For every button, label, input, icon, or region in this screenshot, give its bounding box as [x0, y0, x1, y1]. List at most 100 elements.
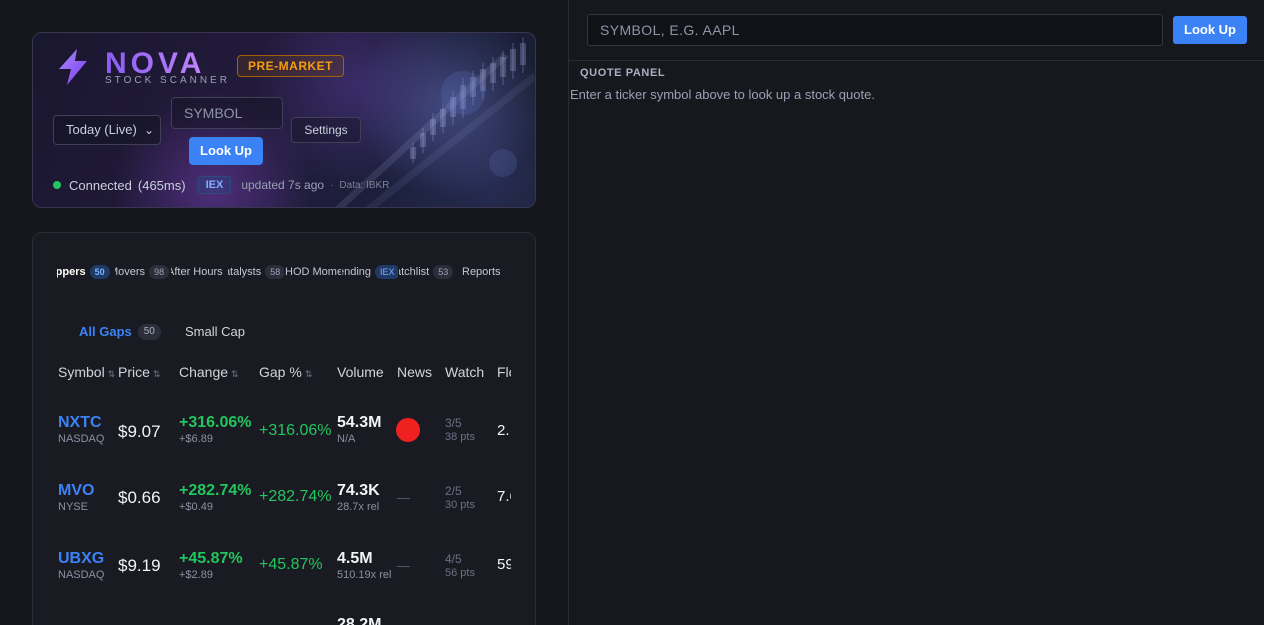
- price-cell: $9.19: [118, 556, 161, 575]
- filter-count: 50: [137, 324, 161, 340]
- divider: [569, 60, 1264, 61]
- tab-after-hours[interactable]: After Hours: [171, 259, 227, 285]
- latency-label: (465ms): [137, 177, 186, 193]
- lightning-logo-icon: [59, 49, 87, 85]
- col-header-change[interactable]: Change ⇅: [179, 348, 257, 396]
- settings-button[interactable]: Settings: [291, 117, 361, 143]
- exchange-label: NASDAQ: [58, 569, 105, 581]
- float-cell: 7.6: [497, 488, 511, 505]
- col-header-float[interactable]: Float: [497, 348, 511, 396]
- col-header-price[interactable]: Price ⇅: [118, 348, 176, 396]
- price-cell: $9.07: [118, 422, 161, 441]
- news-cell[interactable]: [396, 418, 422, 444]
- tab-label: Trending: [342, 266, 372, 278]
- watch-cell: 4/5 56 pts: [445, 552, 495, 582]
- symbol-cell[interactable]: UBXG NASDAQ: [58, 550, 114, 584]
- price-cell: $0.66: [118, 488, 161, 507]
- tab-count: 53: [433, 265, 454, 279]
- change-cell: +45.87% +$2.89: [179, 550, 259, 584]
- gap-cell: +45.87%: [259, 556, 323, 573]
- filter-small-cap[interactable]: Small Cap: [185, 319, 245, 345]
- tab-catalysts[interactable]: Catalysts 58: [228, 259, 284, 285]
- watch-cell: 2/5 30 pts: [445, 484, 495, 514]
- separator: ·: [330, 179, 334, 191]
- volume-sub: 510.19x rel: [337, 569, 392, 581]
- tab-label: After Hours: [171, 266, 223, 278]
- news-alert-icon[interactable]: [396, 418, 420, 442]
- volume-cell: 4.5M 510.19x rel: [337, 550, 395, 584]
- quote-lookup-button[interactable]: Look Up: [1173, 16, 1247, 44]
- quote-panel-heading: QUOTE PANEL: [580, 67, 666, 79]
- symbol-cell[interactable]: NXTC NASDAQ: [58, 414, 114, 448]
- volume-sub: 28.7x rel: [337, 501, 380, 513]
- scanner-tabs: Gappers 50 Movers 98 After Hours Catalys…: [57, 259, 513, 285]
- volume-cell: 74.3K 28.7x rel: [337, 482, 395, 516]
- quote-symbol-input[interactable]: [587, 14, 1163, 46]
- news-cell: —: [397, 558, 410, 573]
- brand-subtitle: STOCK SCANNER: [105, 75, 230, 86]
- volume-value: 74.3K: [337, 482, 380, 499]
- left-column: NOVA STOCK SCANNER PRE-MARKET Today (Liv…: [0, 0, 568, 625]
- connection-status: Connected (465ms) IEX updated 7s ago · D…: [53, 175, 389, 195]
- tab-label: Catalysts: [228, 266, 262, 278]
- tab-hod-momentum[interactable]: HOD Momentum: [285, 259, 341, 285]
- volume-cell: 28.2M: [337, 616, 395, 625]
- symbol-link[interactable]: NXTC: [58, 414, 114, 432]
- session-badge: PRE-MARKET: [237, 55, 344, 77]
- col-header-watch[interactable]: Watch: [445, 348, 495, 396]
- watch-points: 38 pts: [445, 431, 475, 443]
- date-range-select[interactable]: Today (Live) ⌄: [53, 115, 161, 145]
- exchange-label: NYSE: [58, 501, 88, 513]
- change-percent: +316.06%: [179, 414, 252, 431]
- tab-label: Reports: [462, 266, 501, 278]
- tab-gappers[interactable]: Gappers 50: [57, 259, 113, 285]
- volume-value: 4.5M: [337, 550, 373, 567]
- tab-label: HOD Momentum: [285, 266, 341, 278]
- tab-label: Movers: [115, 266, 146, 278]
- change-amount: +$6.89: [179, 433, 213, 445]
- volume-value: 28.2M: [337, 616, 382, 625]
- tab-count: 98: [149, 265, 170, 279]
- connected-dot-icon: [53, 181, 61, 189]
- symbol-link[interactable]: MVO: [58, 482, 114, 500]
- date-range-value: Today (Live): [66, 122, 137, 137]
- change-amount: +$0.49: [179, 501, 213, 513]
- col-header-volume[interactable]: Volume: [337, 348, 395, 396]
- quote-panel: Look Up QUOTE PANEL Enter a ticker symbo…: [568, 0, 1264, 625]
- col-header-news[interactable]: News: [397, 348, 443, 396]
- exchange-label: NASDAQ: [58, 433, 105, 445]
- news-cell: —: [397, 490, 410, 505]
- col-header-gap[interactable]: Gap % ⇅: [259, 348, 335, 396]
- change-cell: +282.74% +$0.49: [179, 482, 259, 516]
- tab-movers[interactable]: Movers 98: [115, 259, 171, 285]
- float-cell: 2.: [497, 422, 510, 439]
- feed-badge: IEX: [197, 176, 232, 194]
- lookup-button[interactable]: Look Up: [189, 137, 263, 165]
- watch-score: 4/5: [445, 552, 462, 566]
- tab-trending[interactable]: Trending IEX: [342, 259, 398, 285]
- tab-count: IEX: [375, 265, 398, 279]
- gap-cell: +282.74%: [259, 488, 332, 505]
- change-cell: +316.06% +$6.89: [179, 414, 259, 448]
- tab-watchlist[interactable]: Watchlist 53: [399, 259, 455, 285]
- col-header-symbol[interactable]: Symbol ⇅: [58, 348, 116, 396]
- change-percent: +45.87%: [179, 550, 243, 567]
- data-source-label: Data: IBKR: [339, 179, 390, 191]
- symbol-input[interactable]: [171, 97, 283, 129]
- gap-cell: +316.06%: [259, 422, 332, 439]
- filter-all-gaps[interactable]: All Gaps 50: [79, 319, 161, 345]
- tab-label: Gappers: [57, 266, 86, 278]
- app-root: NOVA STOCK SCANNER PRE-MARKET Today (Liv…: [0, 0, 1264, 625]
- volume-value: 54.3M: [337, 414, 382, 431]
- volume-sub: N/A: [337, 433, 356, 445]
- float-cell: 59: [497, 556, 511, 573]
- tab-reports[interactable]: Reports: [456, 259, 512, 285]
- connection-label: Connected: [69, 177, 132, 193]
- symbol-cell[interactable]: MVO NYSE: [58, 482, 114, 516]
- tab-label: Watchlist: [399, 266, 430, 278]
- chevron-down-icon: ⌄: [143, 123, 154, 137]
- change-percent: +282.74%: [179, 482, 252, 499]
- watch-points: 56 pts: [445, 567, 475, 579]
- filter-label: All Gaps: [79, 324, 132, 339]
- symbol-link[interactable]: UBXG: [58, 550, 114, 568]
